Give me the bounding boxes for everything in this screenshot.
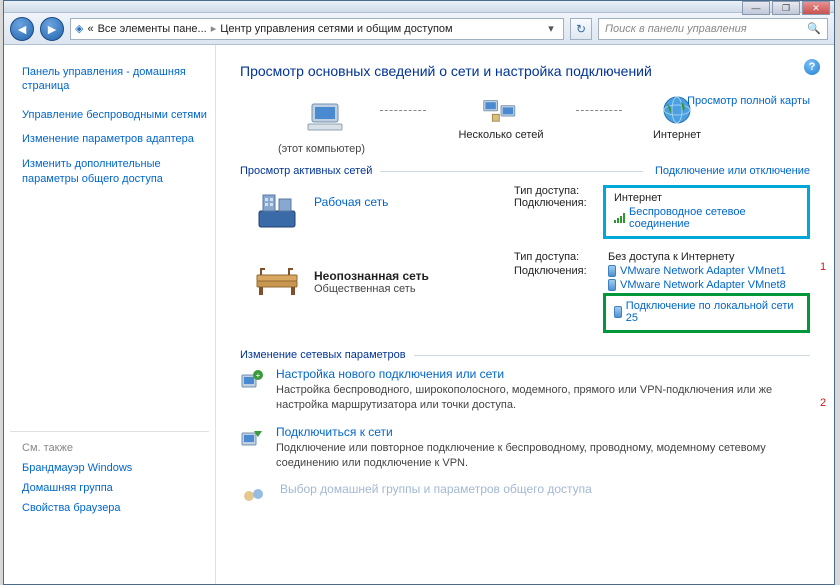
new-connection-icon: +	[240, 367, 264, 413]
breadcrumb-dropdown-icon[interactable]: ▾	[543, 22, 559, 35]
net1-conn-label: Подключения:	[514, 197, 608, 209]
adapter-icon	[614, 306, 622, 318]
view-full-map-link[interactable]: Просмотр полной карты	[687, 95, 810, 107]
connect-disconnect-link[interactable]: Подключение или отключение	[655, 165, 810, 177]
net1-connection-link[interactable]: Беспроводное сетевое соединение	[614, 206, 799, 230]
network-block-1: Рабочая сеть Тип доступа: 1 Интернет Бес…	[240, 183, 810, 231]
refresh-button[interactable]: ↻	[570, 18, 592, 40]
action-2-title: Подключиться к сети	[276, 425, 810, 439]
action-connect[interactable]: Подключиться к сети Подключение или повт…	[240, 425, 810, 471]
svg-text:+: +	[256, 371, 261, 380]
sidebar-item-sharing[interactable]: Изменить дополнительные параметры общего…	[22, 157, 209, 187]
wifi-signal-icon	[614, 213, 625, 223]
seealso-browser[interactable]: Свойства браузера	[22, 502, 209, 514]
breadcrumb[interactable]: ◈ « Все элементы пане... ▸ Центр управле…	[70, 18, 564, 40]
net2-access-value: Без доступа к Интернету	[608, 251, 735, 263]
network-2-name: Неопознанная сеть	[314, 269, 514, 283]
net1-access-label: Тип доступа:	[514, 185, 603, 239]
annotation-1: 1	[820, 261, 826, 273]
net2-vmnet1-link[interactable]: VMware Network Adapter VMnet1	[608, 265, 786, 277]
annotation-2: 2	[820, 397, 826, 409]
net2-access-label: Тип доступа:	[514, 251, 608, 263]
internet-label: Интернет	[653, 129, 701, 141]
change-params-header: Изменение сетевых параметров	[240, 349, 810, 361]
close-button[interactable]: ✕	[802, 1, 830, 15]
action-2-desc: Подключение или повторное подключение к …	[276, 441, 810, 471]
highlight-box-1: Интернет Беспроводное сетевое соединение	[603, 185, 810, 239]
highlight-box-2: Подключение по локальной сети 25	[603, 293, 810, 333]
action-new-connection[interactable]: + Настройка нового подключения или сети …	[240, 367, 810, 413]
search-placeholder: Поиск в панели управления	[605, 23, 747, 35]
multiple-networks-label: Несколько сетей	[458, 129, 543, 141]
sidebar-item-adapter[interactable]: Изменение параметров адаптера	[22, 132, 209, 147]
net2-conn-label: Подключения:	[514, 265, 608, 277]
content: ? Просмотр основных сведений о сети и на…	[216, 45, 834, 584]
search-input[interactable]: Поиск в панели управления 🔍	[598, 18, 828, 40]
seealso-firewall[interactable]: Брандмауэр Windows	[22, 462, 209, 474]
titlebar: — ❐ ✕	[4, 1, 834, 13]
search-icon: 🔍	[807, 22, 821, 35]
network-1-name[interactable]: Рабочая сеть	[314, 195, 514, 209]
addressbar: ◄ ► ◈ « Все элементы пане... ▸ Центр упр…	[4, 13, 834, 45]
minimize-button[interactable]: —	[742, 1, 770, 15]
action-1-desc: Настройка беспроводного, широкополосного…	[276, 383, 810, 413]
maximize-button[interactable]: ❐	[772, 1, 800, 15]
unidentified-network-icon	[240, 249, 314, 335]
net1-access-value: Интернет	[614, 192, 799, 204]
sidebar: Панель управления - домашняя страница Уп…	[4, 45, 216, 584]
network-block-2: Неопознанная сеть Общественная сеть Тип …	[240, 249, 810, 335]
sidebar-item-wireless[interactable]: Управление беспроводными сетями	[22, 108, 209, 123]
multiple-networks-icon	[482, 93, 520, 127]
breadcrumb-part-2[interactable]: Центр управления сетями и общим доступом	[220, 23, 452, 35]
page-title: Просмотр основных сведений о сети и наст…	[240, 63, 810, 79]
action-homegroup[interactable]: Выбор домашней группы и параметров общег…	[240, 482, 810, 504]
network-2-type: Общественная сеть	[314, 283, 514, 295]
action-3-title: Выбор домашней группы и параметров общег…	[280, 482, 592, 496]
seealso-homegroup[interactable]: Домашняя группа	[22, 482, 209, 494]
this-pc-icon	[306, 100, 344, 134]
this-pc-caption: (этот компьютер)	[240, 143, 810, 155]
adapter-icon	[608, 265, 616, 277]
connect-icon	[240, 425, 264, 471]
active-networks-header: Просмотр активных сетей Подключение или …	[240, 165, 810, 177]
homegroup-icon	[240, 482, 268, 504]
net2-vmnet8-link[interactable]: VMware Network Adapter VMnet8	[608, 279, 786, 291]
net2-lan25-link[interactable]: Подключение по локальной сети 25	[614, 300, 799, 324]
action-1-title: Настройка нового подключения или сети	[276, 367, 810, 381]
forward-button[interactable]: ►	[40, 17, 64, 41]
adapter-icon	[608, 279, 616, 291]
seealso-header: См. также	[22, 442, 209, 454]
help-icon[interactable]: ?	[804, 59, 820, 75]
sidebar-home-link[interactable]: Панель управления - домашняя страница	[22, 65, 209, 94]
control-panel-window: — ❐ ✕ ◄ ► ◈ « Все элементы пане... ▸ Цен…	[3, 0, 835, 585]
work-network-icon	[240, 183, 314, 231]
back-button[interactable]: ◄	[10, 17, 34, 41]
breadcrumb-part-1[interactable]: Все элементы пане...	[98, 23, 207, 35]
